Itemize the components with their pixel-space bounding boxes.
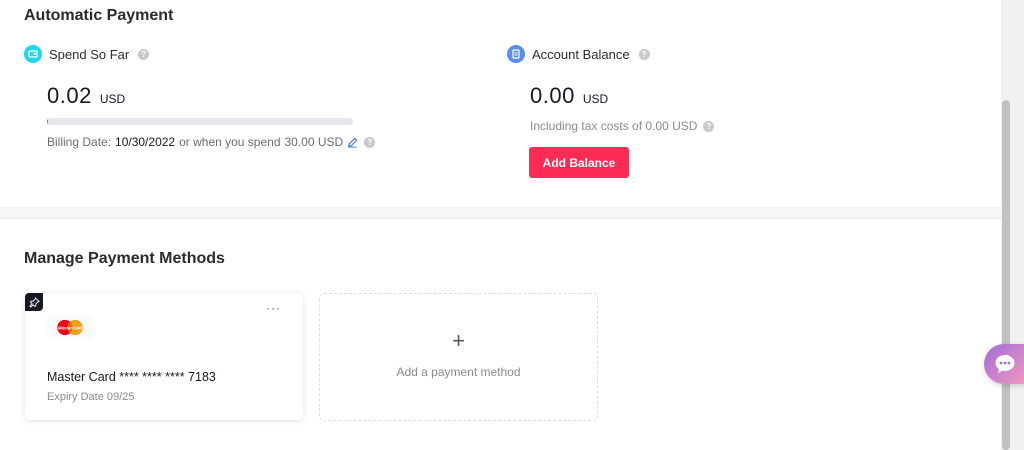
billing-threshold-value: 30.00 USD (284, 135, 344, 149)
tax-costs-line: Including tax costs of 0.00 USD ? (530, 119, 715, 133)
account-balance-label: Account Balance (532, 46, 630, 62)
wallet-icon (24, 45, 42, 63)
automatic-payment-section: Automatic Payment Spend So Far ? 0.02 US… (0, 0, 1001, 207)
add-payment-method-button[interactable]: + Add a payment method (319, 293, 598, 421)
help-circle-icon[interactable]: ? (703, 120, 715, 132)
help-circle-icon[interactable]: ? (138, 48, 150, 60)
spend-amount: 0.02 USD (47, 83, 125, 109)
spend-progress-bar (47, 118, 353, 125)
spend-so-far-header: Spend So Far ? (24, 45, 150, 63)
pin-icon (25, 293, 43, 311)
scrollbar-thumb[interactable] (1002, 100, 1010, 450)
automatic-payment-title: Automatic Payment (24, 7, 174, 24)
chat-bubble-icon (995, 355, 1015, 373)
tax-costs-text: Including tax costs of 0.00 USD (530, 119, 698, 133)
card-more-options-button[interactable]: ··· (266, 302, 281, 314)
card-name: Master Card **** **** **** 7183 (47, 370, 216, 384)
spend-amount-currency: USD (99, 92, 126, 106)
payment-card-item[interactable]: MasterCard ··· Master Card **** **** ***… (25, 293, 303, 420)
document-icon (507, 45, 525, 63)
add-balance-button[interactable]: Add Balance (529, 147, 629, 178)
help-circle-icon[interactable]: ? (638, 48, 650, 60)
payment-methods-section: Manage Payment Methods MasterCard ··· Ma… (0, 220, 1001, 450)
card-expiry: Expiry Date 09/25 (47, 391, 135, 403)
billing-date-value: 10/30/2022 (115, 135, 176, 149)
spend-amount-value: 0.02 (47, 83, 92, 108)
section-divider (0, 207, 1001, 219)
payment-methods-title: Manage Payment Methods (24, 250, 225, 267)
add-payment-method-label: Add a payment method (396, 365, 521, 379)
plus-icon: + (452, 328, 465, 353)
billing-date-prefix: Billing Date: (47, 135, 112, 149)
billing-date-mid: or when you spend (179, 135, 281, 149)
balance-amount: 0.00 USD (530, 83, 608, 109)
spend-so-far-label: Spend So Far (49, 46, 130, 62)
mastercard-logo-icon: MasterCard (47, 315, 93, 339)
balance-amount-value: 0.00 (530, 83, 575, 108)
chat-support-button[interactable] (984, 344, 1024, 384)
help-circle-icon[interactable]: ? (364, 136, 376, 148)
svg-text:MasterCard: MasterCard (58, 325, 83, 330)
account-balance-header: Account Balance ? (507, 45, 650, 63)
balance-amount-currency: USD (582, 92, 609, 106)
pencil-icon[interactable] (347, 137, 358, 148)
billing-date-line: Billing Date: 10/30/2022 or when you spe… (47, 135, 376, 149)
